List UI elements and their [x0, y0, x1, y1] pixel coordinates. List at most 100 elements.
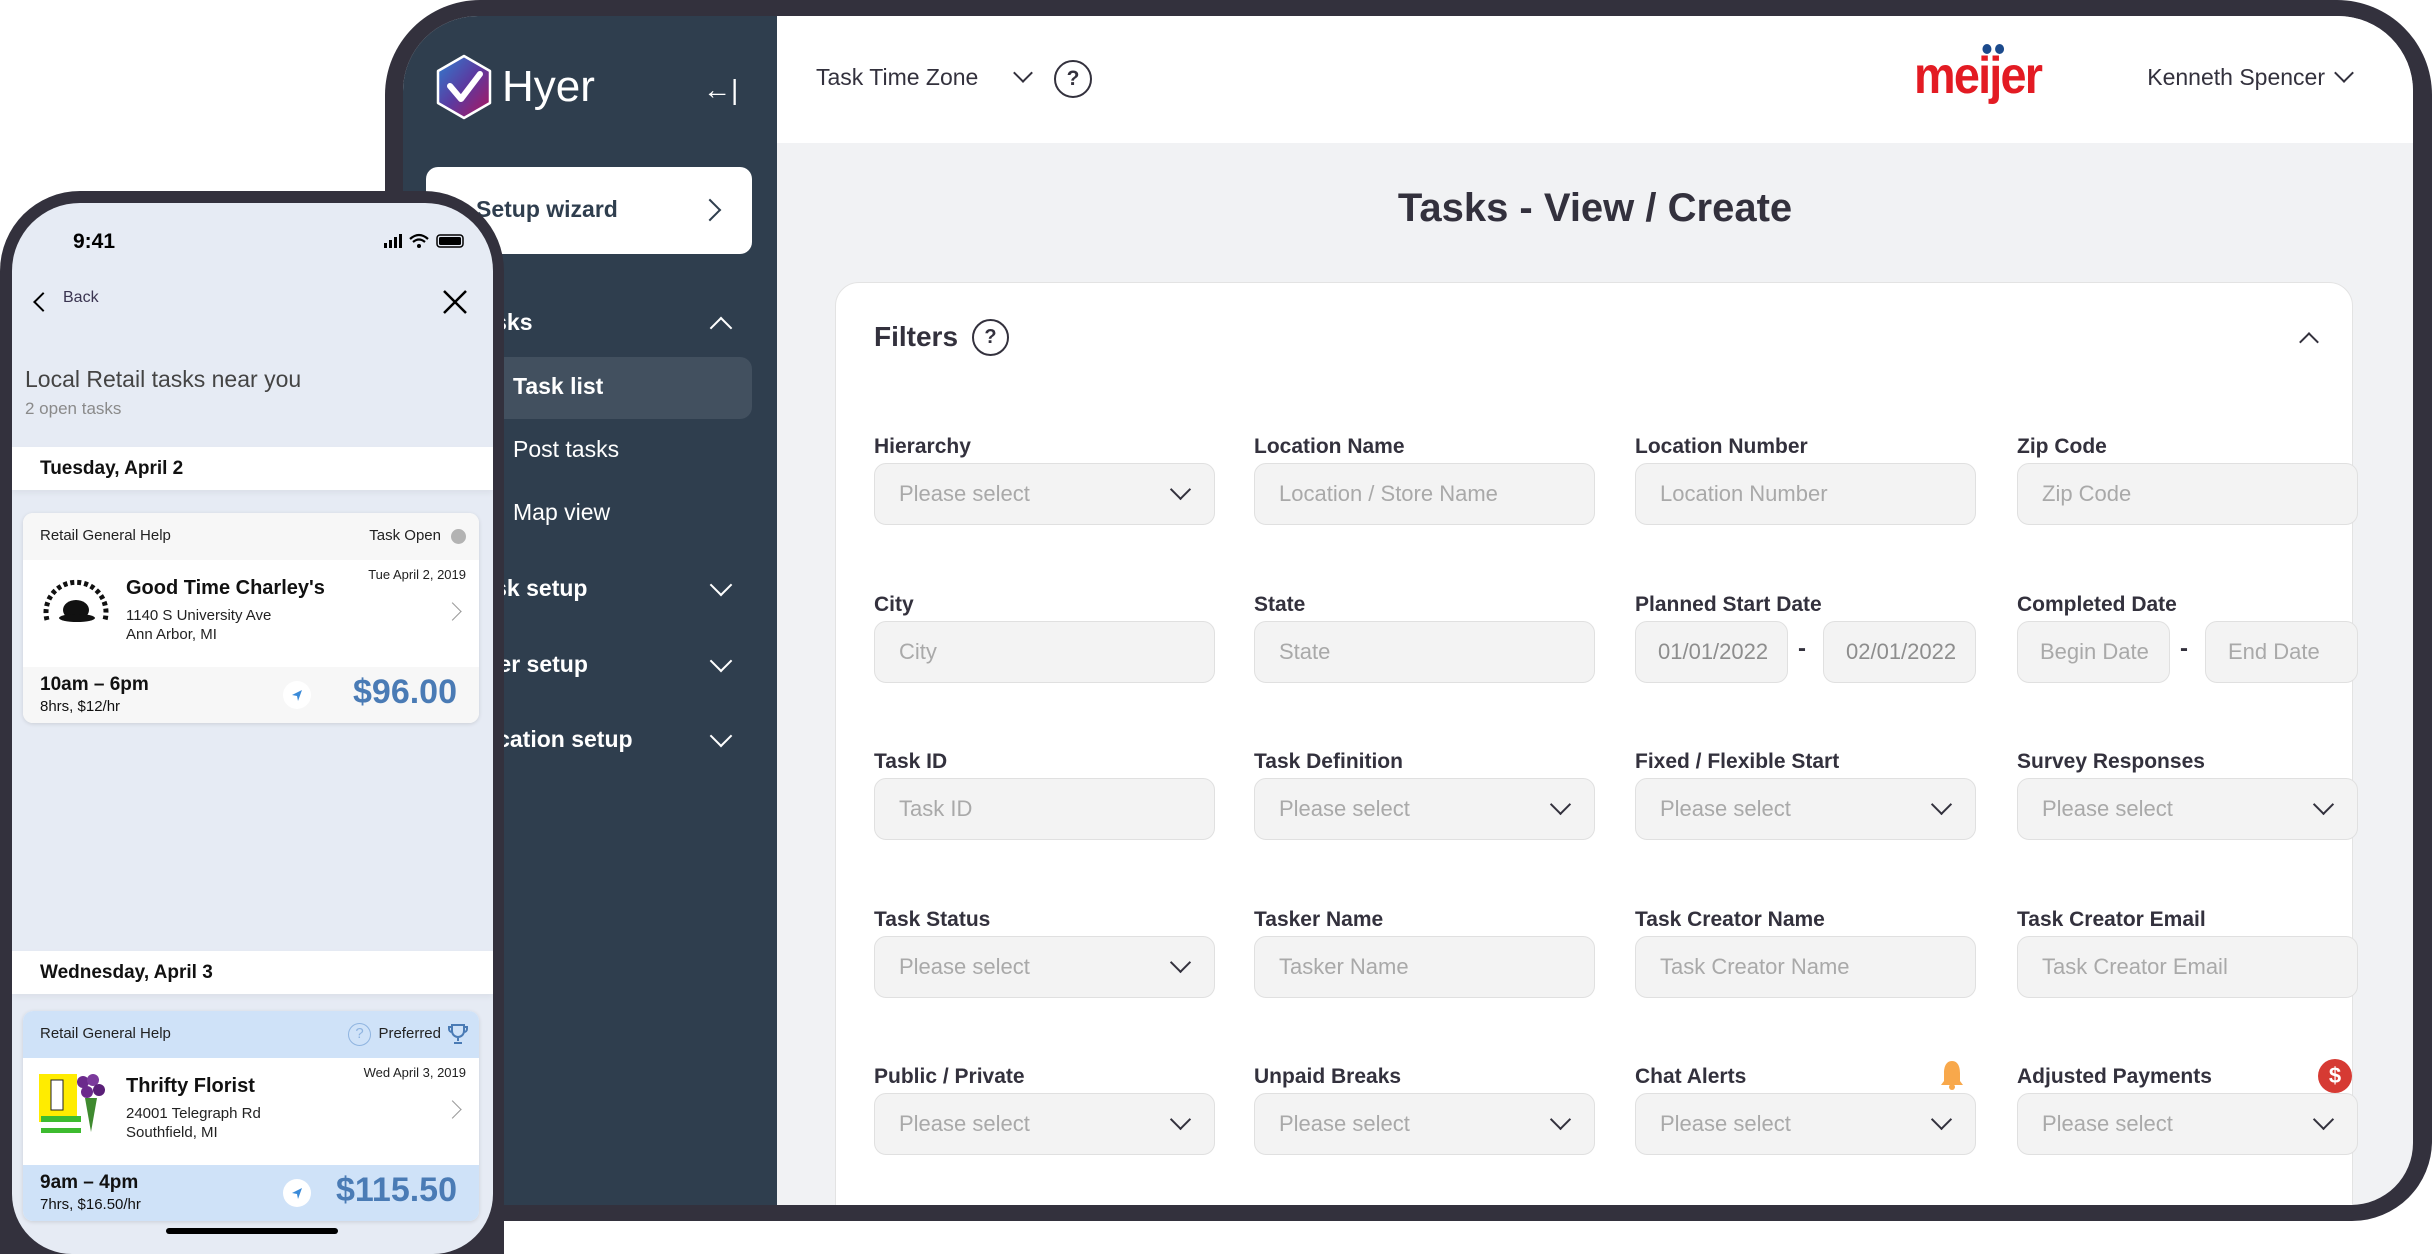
filter-location-number-input[interactable]: Location Number [1635, 463, 1976, 525]
timezone-dropdown[interactable]: Task Time Zone [816, 63, 1033, 91]
filter-label-task-id: Task ID [874, 750, 948, 773]
filter-unpaid-breaks-select[interactable]: Please select [1254, 1093, 1595, 1155]
placeholder-text: Tasker Name [1279, 954, 1409, 979]
filter-task-status-select[interactable]: Please select [874, 936, 1215, 998]
navigate-button[interactable] [283, 681, 311, 709]
bell-icon [1938, 1059, 1966, 1096]
help-icon[interactable]: ? [1054, 60, 1092, 98]
filter-tasker-name-input[interactable]: Tasker Name [1254, 936, 1595, 998]
filter-task-definition-select[interactable]: Please select [1254, 778, 1595, 840]
hyer-logo-icon [436, 54, 492, 120]
good-time-charleys-logo [43, 579, 109, 622]
address-line: 24001 Telegraph Rd [126, 1105, 261, 1122]
home-indicator[interactable] [166, 1228, 338, 1234]
placeholder-text: State [1279, 639, 1331, 664]
chevron-right-icon [698, 198, 722, 222]
phone-screen: 9:41 Back Local Retail tasks near you 2 … [12, 203, 493, 1254]
close-icon[interactable] [442, 289, 468, 315]
filter-completed-date-to[interactable]: End Date [2205, 621, 2358, 683]
filter-label-task-creator-email: Task Creator Email [2017, 908, 2206, 931]
filter-location-name-input[interactable]: Location / Store Name [1254, 463, 1595, 525]
filter-label-unpaid-breaks: Unpaid Breaks [1254, 1065, 1402, 1088]
placeholder-text: Please select [2042, 1111, 2173, 1136]
placeholder-text: Please select [1279, 796, 1410, 821]
filter-task-id-input[interactable]: Task ID [874, 778, 1215, 840]
help-icon[interactable]: ? [972, 319, 1009, 356]
user-name: Kenneth Spencer [2147, 64, 2325, 90]
placeholder-text: Zip Code [2042, 481, 2132, 506]
date-label: Wednesday, April 3 [40, 962, 213, 983]
filter-state-input[interactable]: State [1254, 621, 1595, 683]
filter-zip-code-input[interactable]: Zip Code [2017, 463, 2358, 525]
chevron-down-icon [2312, 793, 2335, 816]
chevron-right-icon [443, 1100, 462, 1119]
filter-chat-alerts-select[interactable]: Please select [1635, 1093, 1976, 1155]
filter-adjusted-payments-select[interactable]: Please select [2017, 1093, 2358, 1155]
filters-title: Filters [874, 321, 959, 352]
placeholder-text: Please select [2042, 796, 2173, 821]
placeholder-text: Task ID [899, 796, 973, 821]
filter-task-creator-name-input[interactable]: Task Creator Name [1635, 936, 1976, 998]
status-time: 9:41 [73, 230, 116, 253]
filter-task-creator-email-input[interactable]: Task Creator Email [2017, 936, 2358, 998]
placeholder-text: Task Creator Name [1660, 954, 1850, 979]
task-card[interactable]: Retail General Help Task Open Good Time … [23, 513, 479, 723]
business-name: Thrifty Florist [126, 1075, 255, 1097]
placeholder-text: Location / Store Name [1279, 481, 1498, 506]
placeholder-text: Please select [899, 954, 1030, 979]
chevron-down-icon[interactable] [709, 724, 733, 748]
chevron-down-icon[interactable] [2334, 63, 2354, 83]
filter-city-input[interactable]: City [874, 621, 1215, 683]
chevron-down-icon [2312, 1108, 2335, 1131]
chevron-down-icon[interactable] [709, 573, 733, 597]
dollar-icon: $ [2318, 1059, 2352, 1093]
chevron-right-icon [443, 602, 462, 621]
chevron-down-icon [1013, 63, 1033, 83]
collapse-filters-icon[interactable] [2299, 332, 2319, 352]
sidebar-item-post-tasks[interactable]: Post tasks [513, 436, 619, 463]
date-range-separator: - [1798, 635, 1806, 662]
filter-fixed-flexible-start-select[interactable]: Please select [1635, 778, 1976, 840]
sidebar-item-task-list-label[interactable]: Task list [513, 373, 603, 400]
filter-completed-date-from[interactable]: Begin Date [2017, 621, 2170, 683]
filter-survey-responses-select[interactable]: Please select [2017, 778, 2358, 840]
task-category: Retail General Help [40, 527, 171, 544]
filter-planned-start-date-from[interactable]: 01/01/2022 [1635, 621, 1788, 683]
date-range-separator: - [2180, 635, 2188, 662]
open-tasks-count: 2 open tasks [25, 399, 122, 418]
filter-label-planned-start-date: Planned Start Date [1635, 593, 1822, 616]
sidebar-item-map-view[interactable]: Map view [513, 499, 610, 526]
timezone-label: Task Time Zone [816, 64, 979, 90]
date-label: Tuesday, April 2 [40, 458, 184, 479]
address-line: 1140 S University Ave [126, 607, 272, 624]
help-icon[interactable]: ? [348, 1023, 371, 1046]
collapse-sidebar-icon[interactable]: ←| [703, 74, 738, 106]
filter-label-task-status: Task Status [874, 908, 991, 931]
user-menu[interactable]: Kenneth Spencer [2147, 64, 2325, 91]
chevron-down-icon [1930, 1108, 1953, 1131]
task-price: $115.50 [335, 1171, 457, 1209]
navigate-button[interactable] [283, 1179, 311, 1207]
chevron-down-icon [1549, 1108, 1572, 1131]
filter-public-private-select[interactable]: Please select [874, 1093, 1215, 1155]
task-pay-details: 8hrs, $12/hr [40, 698, 121, 715]
placeholder-text: Task Creator Email [2042, 954, 2228, 979]
filter-planned-start-date-to[interactable]: 02/01/2022 [1823, 621, 1976, 683]
placeholder-text: Please select [1660, 1111, 1791, 1136]
filter-hierarchy-select[interactable]: Please select [874, 463, 1215, 525]
task-price: $96.00 [353, 673, 457, 711]
preferred-label: Preferred [378, 1025, 441, 1042]
task-card-preferred[interactable]: Retail General Help ? Preferred Thrifty … [23, 1011, 479, 1221]
chevron-down-icon [1169, 1108, 1192, 1131]
filter-label-state: State [1254, 593, 1306, 616]
filters-panel: Filters ? Hierarchy Please select Location… [835, 282, 2358, 1205]
chevron-down-icon[interactable] [709, 649, 733, 673]
task-date: Wed April 3, 2019 [363, 1065, 466, 1080]
thrifty-florist-logo [39, 1074, 105, 1133]
status-icons [384, 233, 464, 248]
business-name: Good Time Charley's [126, 577, 325, 599]
placeholder-text: Please select [1279, 1111, 1410, 1136]
chevron-up-icon[interactable] [709, 316, 733, 340]
logo-dot [1995, 44, 2005, 54]
task-status: Task Open [369, 527, 441, 544]
